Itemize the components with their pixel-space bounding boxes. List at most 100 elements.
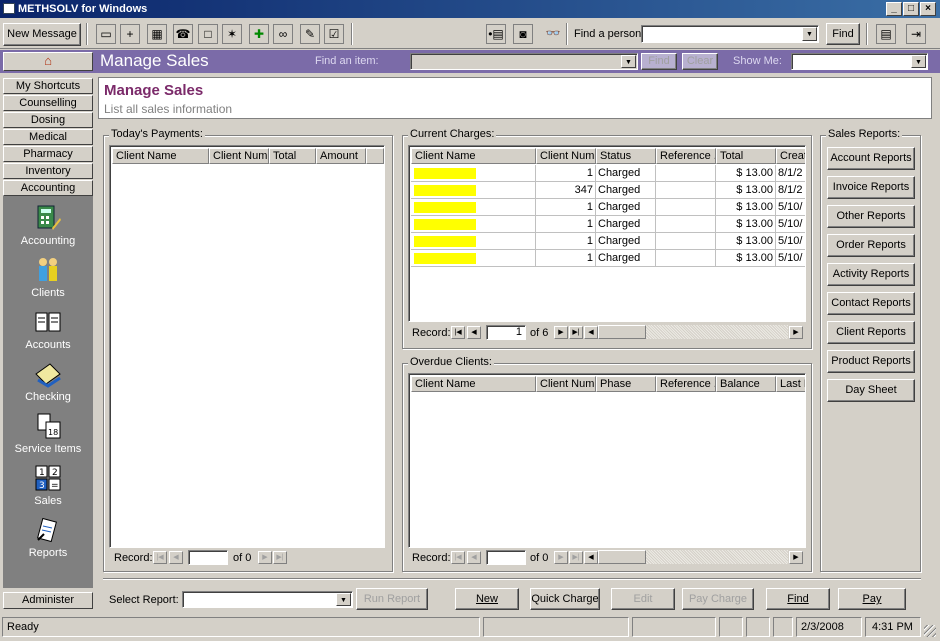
exit-icon[interactable]: ⇥ [906,24,926,44]
overdue-clients-grid[interactable]: Client Name Client Num... Phase Referenc… [408,373,806,548]
product-reports-button[interactable]: Product Reports [827,350,915,373]
close-button[interactable]: × [920,2,936,16]
column-header[interactable]: Total [269,148,316,164]
column-header[interactable]: Client Num... [209,148,269,164]
properties-icon[interactable]: ▤ [876,24,896,44]
home-button[interactable]: ⌂ [3,52,93,71]
minimize-button[interactable]: _ [886,2,902,16]
nav-tab-my-shortcuts[interactable]: My Shortcuts [3,78,93,94]
nav-item-accounting[interactable]: Accounting [3,204,93,247]
chevron-down-icon[interactable]: ▼ [336,593,351,606]
add-icon[interactable]: + [120,24,140,44]
table-row[interactable]: 347 Charged $ 13.00 8/1/2 [409,182,805,199]
invoice-reports-button[interactable]: Invoice Reports [827,176,915,199]
column-header[interactable]: Client Name [411,148,536,164]
nav-tab-counselling[interactable]: Counselling [3,95,93,111]
nav-item-reports[interactable]: Reports [3,516,93,559]
medical-cross-icon[interactable]: ✚ [249,24,269,44]
first-record-icon[interactable]: |◀ [451,326,465,339]
quick-charge-button[interactable]: Quick Charge [530,588,600,610]
nav-item-checking[interactable]: Checking [3,360,93,403]
horizontal-scrollbar[interactable] [598,325,788,339]
last-record-icon[interactable]: ▶| [273,551,287,564]
prev-record-icon[interactable]: ◀ [169,551,183,564]
nav-tab-dosing[interactable]: Dosing [3,112,93,128]
find-person-field[interactable]: ▼ [641,25,819,43]
first-record-icon[interactable]: |◀ [451,551,465,564]
glasses-icon[interactable]: ∞ [273,24,293,44]
nav-tab-inventory[interactable]: Inventory [3,163,93,179]
nav-tab-medical[interactable]: Medical [3,129,93,145]
table-row[interactable]: 1 Charged $ 13.00 5/10/ [409,216,805,233]
account-reports-button[interactable]: Account Reports [827,147,915,170]
phone-icon[interactable]: ☎ [173,24,193,44]
nav-tab-accounting[interactable]: Accounting [3,180,93,196]
chevron-down-icon[interactable]: ▼ [911,55,926,68]
column-header[interactable]: Client Name [112,148,209,164]
find-button[interactable]: Find [766,588,830,610]
find-item-button[interactable]: Find [641,53,677,70]
contact-reports-button[interactable]: Contact Reports [827,292,915,315]
next-record-icon[interactable]: ▶ [554,551,568,564]
new-button[interactable]: New [455,588,519,610]
find-person-button[interactable]: Find [826,23,860,45]
horizontal-scrollbar[interactable] [598,550,788,564]
nav-item-accounts[interactable]: Accounts [3,308,93,351]
column-header[interactable]: Last P [776,376,805,392]
calendar-icon[interactable]: ▦ [147,24,167,44]
run-report-button[interactable]: Run Report [356,588,428,610]
resize-grip[interactable] [924,625,936,637]
nav-item-service-items[interactable]: 18 Service Items [3,412,93,455]
next-record-icon[interactable]: ▶ [554,326,568,339]
checklist-icon[interactable]: ☑ [324,24,344,44]
table-row[interactable]: 1 Charged $ 13.00 8/1/2 [409,165,805,182]
column-header[interactable]: Client Num... [536,376,596,392]
overdue-record-field[interactable] [486,550,526,565]
other-reports-button[interactable]: Other Reports [827,205,915,228]
nav-item-clients[interactable]: Clients [3,256,93,299]
table-row[interactable]: 1 Charged $ 13.00 5/10/ [409,199,805,216]
note-icon[interactable]: ✎ [300,24,320,44]
id-card-icon[interactable]: ▭ [96,24,116,44]
column-header[interactable]: Amount [316,148,366,164]
charges-record-field[interactable]: 1 [486,325,526,340]
column-header[interactable]: Status [596,148,656,164]
select-report-dropdown[interactable]: ▼ [182,591,353,608]
prev-record-icon[interactable]: ◀ [467,551,481,564]
chevron-down-icon[interactable]: ▼ [802,27,817,41]
alert-icon[interactable]: ✶ [222,24,242,44]
activity-reports-button[interactable]: Activity Reports [827,263,915,286]
todays-payments-grid[interactable]: Client Name Client Num... Total Amount [109,145,385,548]
clear-button[interactable]: Clear [682,53,718,70]
column-header[interactable]: Total [716,148,776,164]
new-document-icon[interactable]: □ [198,24,218,44]
next-record-icon[interactable]: ▶ [258,551,272,564]
column-header[interactable]: Client Num... [536,148,596,164]
maximize-button[interactable]: □ [903,2,919,16]
column-header[interactable]: Creat [776,148,805,164]
pay-button[interactable]: Pay [838,588,906,610]
chevron-down-icon[interactable]: ▼ [621,55,636,68]
administer-button[interactable]: Administer [3,592,93,609]
last-record-icon[interactable]: ▶| [569,326,583,339]
binoculars-icon[interactable]: 👓 [543,24,563,44]
client-reports-button[interactable]: Client Reports [827,321,915,344]
scroll-right-icon[interactable]: ▶ [789,326,803,339]
nav-item-sales[interactable]: 1 2 3 = Sales [3,464,93,507]
column-header[interactable]: Reference ... [656,376,716,392]
column-header[interactable]: Reference ... [656,148,716,164]
column-header[interactable]: Client Name [411,376,536,392]
day-sheet-button[interactable]: Day Sheet [827,379,915,402]
edit-button[interactable]: Edit [611,588,675,610]
nav-tab-pharmacy[interactable]: Pharmacy [3,146,93,162]
table-row[interactable]: 1 Charged $ 13.00 5/10/ [409,250,805,267]
payments-record-field[interactable] [188,550,228,565]
schedule-icon[interactable]: •▤ [486,24,506,44]
scroll-right-icon[interactable]: ▶ [789,551,803,564]
table-row[interactable]: 1 Charged $ 13.00 5/10/ [409,233,805,250]
last-record-icon[interactable]: ▶| [569,551,583,564]
column-header[interactable]: Balance [716,376,776,392]
scroll-left-icon[interactable]: ◀ [584,551,598,564]
camera-icon[interactable]: ◙ [513,24,533,44]
prev-record-icon[interactable]: ◀ [467,326,481,339]
